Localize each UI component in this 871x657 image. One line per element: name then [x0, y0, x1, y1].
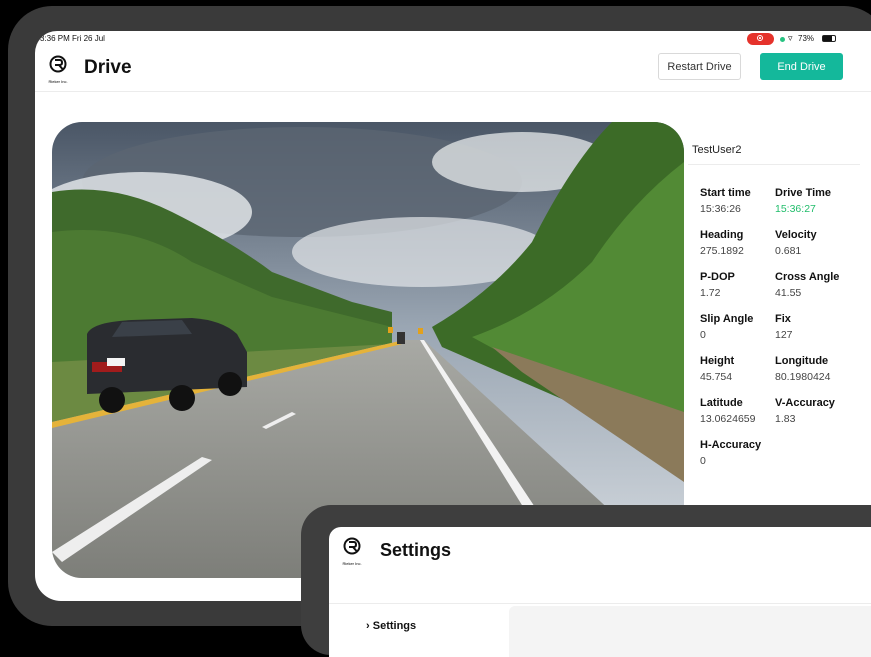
field-label: Drive Time: [775, 187, 832, 199]
settings-content-panel: [509, 606, 871, 657]
field-label: Start time: [700, 187, 751, 199]
field-drive-time: Drive Time 15:36:27: [775, 187, 855, 215]
logo-text: Rieker Inc.: [342, 561, 362, 566]
field-label: Velocity: [775, 229, 817, 241]
field-latitude: Latitude 13.0624659: [700, 397, 775, 425]
field-label: H-Accuracy: [700, 439, 762, 451]
restart-drive-button[interactable]: Restart Drive: [658, 53, 741, 80]
field-longitude: Longitude 80.1980424: [775, 355, 855, 383]
field-v-accuracy: V-Accuracy 1.83: [775, 397, 855, 425]
field-value: 275.1892: [700, 245, 744, 257]
field-cross-angle: Cross Angle 41.55: [775, 271, 855, 299]
field-value: 80.1980424: [775, 371, 831, 383]
field-value: 0: [700, 455, 706, 467]
field-value: 45.754: [700, 371, 733, 383]
field-label: Fix: [775, 313, 791, 325]
field-value: 0: [700, 329, 706, 341]
field-label: V-Accuracy: [775, 397, 835, 409]
telemetry-grid: Start time 15:36:26 Drive Time 15:36:27 He…: [700, 187, 870, 467]
wifi-icon: ▿: [788, 33, 793, 43]
field-value: 127: [775, 329, 793, 341]
settings-nav-label: Settings: [372, 620, 417, 632]
settings-nav-item[interactable]: › Settings: [366, 620, 416, 632]
field-label: Slip Angle: [700, 313, 754, 325]
rieker-logo: Rieker Inc.: [47, 55, 69, 84]
field-label: P-DOP: [700, 271, 735, 283]
field-label: Heading: [700, 229, 744, 241]
battery-icon: [822, 35, 836, 42]
status-time: 3:36 PM Fri 26 Jul: [40, 34, 105, 43]
divider: [688, 164, 860, 165]
field-value: 13.0624659: [700, 413, 756, 425]
field-value: 1.72: [700, 287, 721, 299]
camera-indicator-icon: [780, 37, 785, 42]
field-label: Longitude: [775, 355, 829, 367]
field-value: 1.83: [775, 413, 796, 425]
end-drive-button[interactable]: End Drive: [760, 53, 843, 80]
settings-title: Settings: [380, 540, 452, 560]
field-label: Cross Angle: [775, 271, 840, 283]
page-title: Drive: [84, 57, 132, 78]
field-slip-angle: Slip Angle 0: [700, 313, 775, 341]
field-value: 0.681: [775, 245, 802, 257]
field-start-time: Start time 15:36:26: [700, 187, 775, 215]
field-value: 41.55: [775, 287, 802, 299]
field-p-dop: P-DOP 1.72: [700, 271, 775, 299]
divider: [329, 603, 871, 604]
field-height: Height 45.754: [700, 355, 775, 383]
logo-text: Rieker Inc.: [48, 79, 68, 84]
field-label: Latitude: [700, 397, 743, 409]
rieker-logo-icon: [49, 55, 67, 73]
rieker-logo-icon: [343, 537, 361, 555]
field-label: Height: [700, 355, 735, 367]
battery-percent: 73%: [798, 34, 815, 43]
settings-tablet: Rieker Inc. Settings › Settings: [301, 505, 871, 657]
field-value: 15:36:27: [775, 203, 816, 215]
app-header: Rieker Inc. Drive Restart Drive End Driv…: [35, 47, 871, 92]
field-fix: Fix 127: [775, 313, 855, 341]
rieker-logo: Rieker Inc.: [341, 537, 363, 566]
settings-screen: Rieker Inc. Settings › Settings: [329, 527, 871, 657]
field-heading: Heading 275.1892: [700, 229, 775, 257]
field-velocity: Velocity 0.681: [775, 229, 855, 257]
field-value: 15:36:26: [700, 203, 741, 215]
username: TestUser2: [692, 144, 742, 156]
field-h-accuracy: H-Accuracy 0: [700, 439, 775, 467]
status-bar: 3:36 PM Fri 26 Jul ▿ 73%: [35, 31, 871, 47]
screen-record-icon[interactable]: [747, 33, 774, 45]
chevron-icon: ›: [366, 620, 370, 632]
